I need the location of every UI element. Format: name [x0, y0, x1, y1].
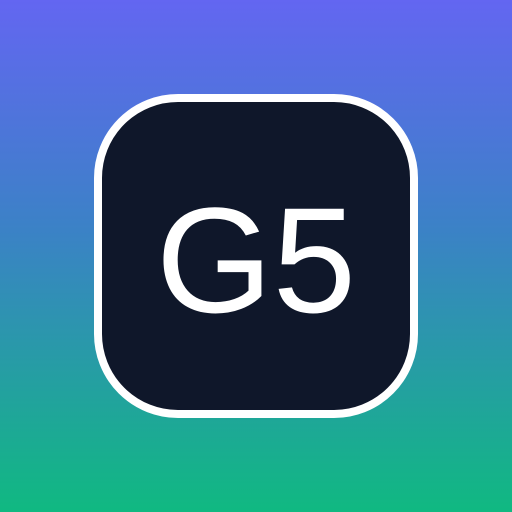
app-icon-tile: G5 [94, 94, 418, 418]
app-icon-canvas: { "icon": { "label": "G5", "tile_color":… [0, 0, 512, 512]
app-icon-label: G5 [155, 176, 357, 344]
